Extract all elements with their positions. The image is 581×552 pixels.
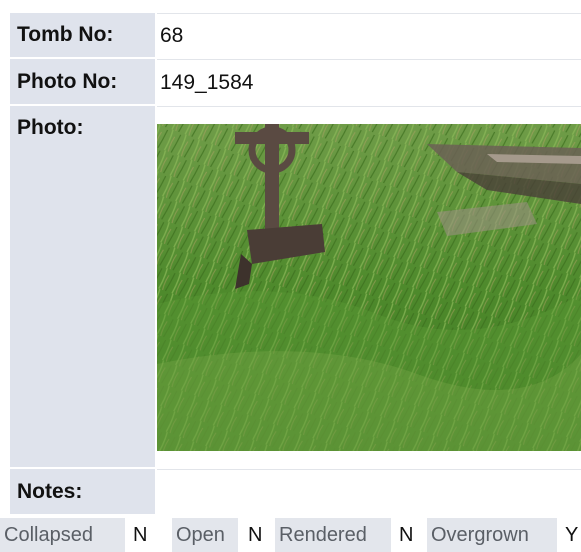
photo-number-row: Photo No: 149_1584 — [10, 59, 581, 104]
status-rendered-label: Rendered — [275, 518, 391, 552]
tomb-number-value: 68 — [157, 13, 581, 57]
status-open-label: Open — [172, 518, 238, 552]
notes-label: Notes: — [10, 469, 155, 514]
status-collapsed-value: N — [133, 524, 148, 546]
photo-label: Photo: — [10, 106, 155, 467]
notes-value — [157, 469, 581, 514]
photo-number-value: 149_1584 — [157, 59, 581, 104]
status-open-value: N — [248, 524, 263, 546]
status-overgrown-label: Overgrown — [427, 518, 557, 552]
tomb-photo[interactable] — [157, 124, 581, 451]
tomb-number-row: Tomb No: 68 — [10, 13, 581, 57]
status-collapsed-label: Collapsed — [0, 518, 125, 552]
photo-cell — [157, 106, 581, 467]
status-rendered-value: N — [399, 524, 414, 546]
tomb-number-label: Tomb No: — [10, 13, 155, 57]
status-bar: Collapsed N Open N Rendered N Overgrown … — [0, 518, 581, 552]
status-overgrown-value: Y — [565, 524, 579, 546]
photo-row: Photo: — [10, 106, 581, 467]
photo-number-label: Photo No: — [10, 59, 155, 104]
notes-row: Notes: — [10, 469, 581, 514]
